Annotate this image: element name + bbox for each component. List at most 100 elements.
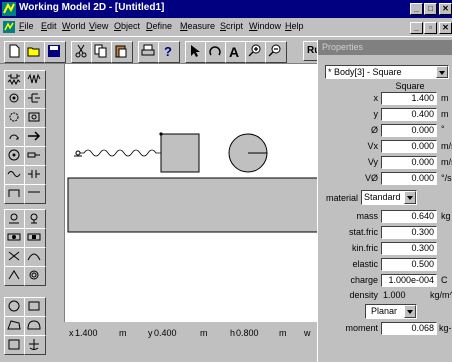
material-dropdown[interactable]: Standard <box>361 190 417 205</box>
minimize-button[interactable]: _ <box>410 3 423 15</box>
prop-vy-field[interactable]: 0.000 <box>381 156 437 169</box>
plane-dropdown[interactable]: Planar <box>365 304 417 319</box>
prop-charge-unit: C <box>441 275 448 285</box>
prop-y-field[interactable]: 0.400 <box>381 108 437 121</box>
damper-tool[interactable] <box>24 89 46 109</box>
menu-edit[interactable]: Edit <box>41 21 57 31</box>
menu-help[interactable]: Help <box>285 21 304 31</box>
rigid-joint-tool[interactable] <box>4 247 26 267</box>
status-h-label: h <box>230 328 236 338</box>
floppy-disk-icon <box>48 45 60 57</box>
material-label: material <box>325 193 358 203</box>
doc-close-button[interactable]: ✕ <box>439 22 452 34</box>
curved-body-icon <box>27 320 41 330</box>
gear-tool[interactable] <box>4 108 26 128</box>
square-tool[interactable] <box>4 335 26 355</box>
zoom-in-button[interactable] <box>245 41 267 63</box>
point-tool[interactable] <box>4 266 26 286</box>
square-point-tool[interactable] <box>24 266 46 286</box>
menu-script[interactable]: Script <box>220 21 243 31</box>
doc-restore-button[interactable]: ▫ <box>424 22 437 34</box>
paste-button[interactable] <box>111 41 133 63</box>
force-tool[interactable] <box>24 127 46 147</box>
separator-tool[interactable] <box>24 165 46 185</box>
paste-icon <box>115 45 127 58</box>
circle-icon <box>8 300 20 312</box>
spring-damper-tool[interactable] <box>4 70 26 90</box>
maximize-button[interactable]: □ <box>424 3 437 15</box>
zoom-out-button[interactable] <box>265 41 287 63</box>
prop-x-field[interactable]: 1.400 <box>381 92 437 105</box>
doc-minimize-button[interactable]: _ <box>410 22 423 34</box>
prop-x-label: x <box>373 93 379 103</box>
new-button[interactable] <box>4 41 26 63</box>
spring-tool[interactable] <box>24 70 46 90</box>
prop-charge-field[interactable]: 1.000e-004 <box>381 274 437 287</box>
prop-mass-field[interactable]: 0.640 <box>381 210 437 223</box>
document-icon[interactable] <box>2 20 16 34</box>
help-button[interactable]: ? <box>158 41 180 63</box>
prop-vangle-field[interactable]: 0.000 <box>381 172 437 185</box>
curved-body-tool[interactable] <box>24 316 46 336</box>
prop-density-value: 1.000 <box>383 290 406 300</box>
curved-slot-tool[interactable] <box>24 247 46 267</box>
rotational-spring-tool[interactable] <box>4 89 26 109</box>
text-tool-button[interactable]: A <box>225 41 247 63</box>
anchor-tool[interactable] <box>4 209 26 229</box>
menu-window[interactable]: Window <box>249 21 281 31</box>
save-button[interactable] <box>44 41 66 63</box>
pointer-tool-button[interactable] <box>185 41 207 63</box>
prop-angle-field[interactable]: 0.000 <box>381 124 437 137</box>
spring-left-anchor[interactable] <box>74 150 82 157</box>
menu-measure[interactable]: Measure <box>180 21 215 31</box>
rectangle-tool[interactable] <box>24 297 46 317</box>
workspace-canvas[interactable] <box>64 64 327 342</box>
material-value: Standard <box>364 192 401 202</box>
motor-tool[interactable] <box>4 146 26 166</box>
properties-title-bar[interactable]: Properties <box>318 40 452 55</box>
menu-object[interactable]: Object <box>114 21 140 31</box>
prop-elastic-field[interactable]: 0.500 <box>381 258 437 271</box>
print-button[interactable] <box>138 41 160 63</box>
prop-static-friction-field[interactable]: 0.300 <box>381 226 437 239</box>
menu-file[interactable]: File <box>19 21 34 31</box>
slot-joint-tool[interactable] <box>4 228 26 248</box>
chevron-down-icon[interactable] <box>404 305 416 318</box>
chevron-down-icon[interactable] <box>436 66 448 78</box>
object-select-dropdown[interactable]: * Body[3] - Square <box>325 65 449 79</box>
joint-tool[interactable] <box>24 184 46 204</box>
copy-button[interactable] <box>91 41 113 63</box>
close-button[interactable]: ✕ <box>439 3 452 15</box>
status-h-unit: m <box>279 328 287 338</box>
circle-body[interactable] <box>228 133 268 173</box>
rod-tool[interactable] <box>4 184 26 204</box>
open-folder-icon <box>27 47 40 57</box>
torque-tool[interactable] <box>4 127 26 147</box>
status-x-unit: m <box>119 328 127 338</box>
square-body-handle[interactable] <box>159 132 163 136</box>
keyed-slot-tool[interactable] <box>24 228 46 248</box>
prop-vx-field[interactable]: 0.000 <box>381 140 437 153</box>
prop-moment-field[interactable]: 0.068 <box>381 322 437 335</box>
actuator-tool[interactable] <box>24 146 46 166</box>
square-body[interactable] <box>160 133 200 173</box>
rope-tool[interactable] <box>4 165 26 185</box>
svg-text:A: A <box>229 44 239 58</box>
pulley-tool[interactable] <box>24 108 46 128</box>
cut-button[interactable] <box>71 41 93 63</box>
pin-joint-tool[interactable] <box>24 209 46 229</box>
circle-tool[interactable] <box>4 297 26 317</box>
menu-define[interactable]: Define <box>146 21 172 31</box>
text-a-icon: A <box>229 44 239 58</box>
ground-block[interactable] <box>67 177 323 233</box>
chevron-down-icon[interactable] <box>404 191 416 204</box>
anchor-body-tool[interactable] <box>24 335 46 355</box>
polygon-tool[interactable] <box>4 316 26 336</box>
zoom-in-icon <box>248 44 261 57</box>
menu-world[interactable]: World <box>62 21 85 31</box>
title-bar[interactable]: Working Model 2D - [Untitled1] _ □ ✕ <box>0 0 452 18</box>
menu-view[interactable]: View <box>89 21 108 31</box>
rotate-tool-button[interactable] <box>205 41 227 63</box>
prop-kinetic-friction-field[interactable]: 0.300 <box>381 242 437 255</box>
open-button[interactable] <box>24 41 46 63</box>
